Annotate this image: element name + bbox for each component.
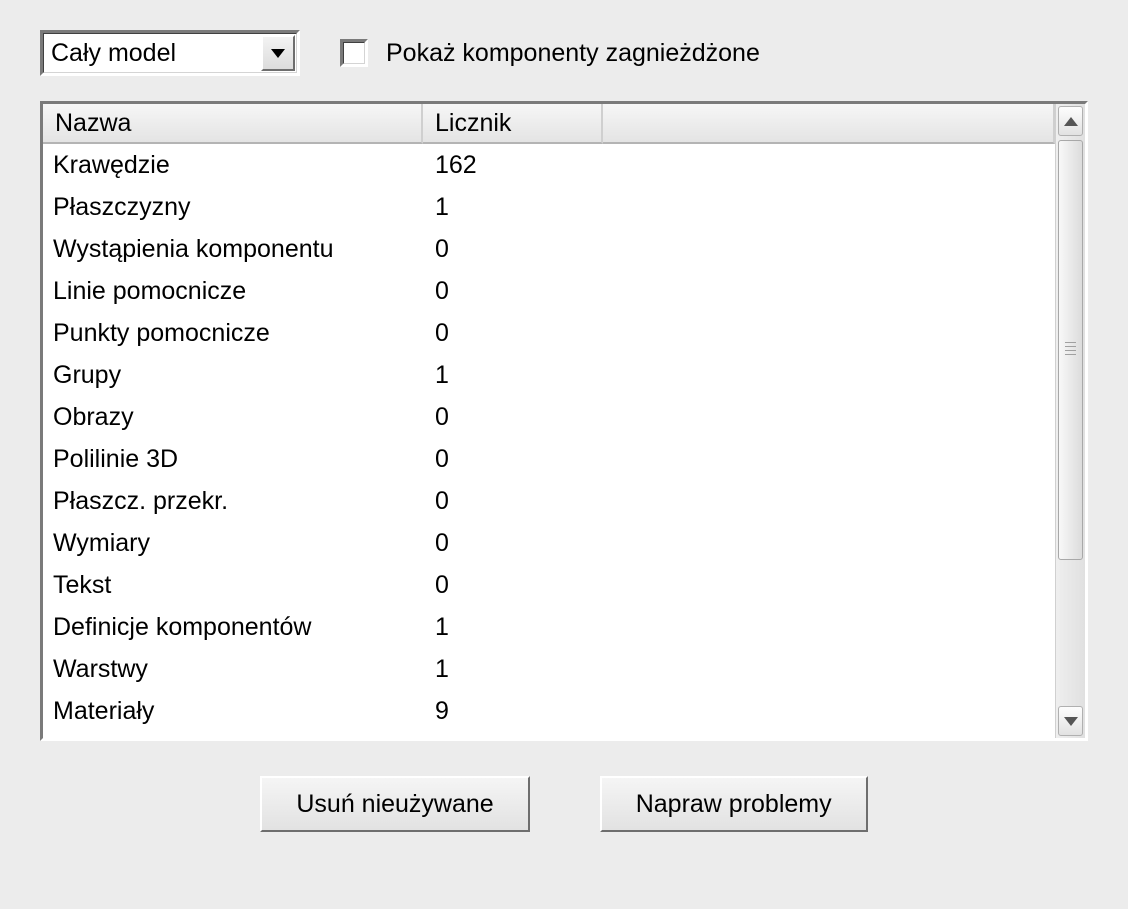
table-row[interactable]: Wymiary0 xyxy=(43,522,1055,564)
chevron-down-icon xyxy=(1064,717,1078,726)
cell-name: Grupy xyxy=(43,361,423,390)
cell-name: Płaszcz. przekr. xyxy=(43,487,423,516)
column-header-count[interactable]: Licznik xyxy=(423,104,603,144)
cell-name: Obrazy xyxy=(43,403,423,432)
cell-count: 1 xyxy=(423,613,603,642)
table-row[interactable]: Grupy1 xyxy=(43,354,1055,396)
nested-components-checkbox-wrap[interactable]: Pokaż komponenty zagnieżdżone xyxy=(340,39,760,68)
cell-count: 0 xyxy=(423,319,603,348)
cell-count: 1 xyxy=(423,361,603,390)
cell-name: Polilinie 3D xyxy=(43,445,423,474)
cell-count: 0 xyxy=(423,235,603,264)
cell-name: Krawędzie xyxy=(43,151,423,180)
cell-count: 0 xyxy=(423,487,603,516)
purge-unused-button[interactable]: Usuń nieużywane xyxy=(260,776,529,832)
cell-count: 1 xyxy=(423,655,603,684)
cell-name: Linie pomocnicze xyxy=(43,277,423,306)
scope-dropdown[interactable]: Cały model xyxy=(40,30,300,76)
fix-problems-button[interactable]: Napraw problemy xyxy=(600,776,868,832)
scroll-up-button[interactable] xyxy=(1058,106,1083,136)
nested-components-checkbox[interactable] xyxy=(340,39,368,67)
vertical-scrollbar[interactable] xyxy=(1055,104,1085,738)
nested-components-label: Pokaż komponenty zagnieżdżone xyxy=(386,39,760,68)
table-row[interactable]: Warstwy1 xyxy=(43,648,1055,690)
cell-name: Punkty pomocnicze xyxy=(43,319,423,348)
column-header-blank[interactable] xyxy=(603,104,1055,144)
cell-count: 0 xyxy=(423,277,603,306)
table-row[interactable]: Obrazy0 xyxy=(43,396,1055,438)
table-row[interactable]: Krawędzie162 xyxy=(43,144,1055,186)
table-row[interactable]: Punkty pomocnicze0 xyxy=(43,312,1055,354)
cell-count: 0 xyxy=(423,529,603,558)
cell-name: Definicje komponentów xyxy=(43,613,423,642)
statistics-table: Nazwa Licznik Krawędzie162Płaszczyzny1Wy… xyxy=(40,101,1088,741)
chevron-down-icon xyxy=(271,49,285,58)
table-row[interactable]: Płaszcz. przekr.0 xyxy=(43,480,1055,522)
cell-name: Płaszczyzny xyxy=(43,193,423,222)
cell-count: 0 xyxy=(423,403,603,432)
dropdown-button[interactable] xyxy=(261,35,295,71)
cell-name: Wymiary xyxy=(43,529,423,558)
cell-count: 162 xyxy=(423,151,603,180)
table-header-row: Nazwa Licznik xyxy=(43,104,1055,144)
table-row[interactable]: Linie pomocnicze0 xyxy=(43,270,1055,312)
table-row[interactable]: Definicje komponentów1 xyxy=(43,606,1055,648)
cell-name: Tekst xyxy=(43,571,423,600)
cell-count: 0 xyxy=(423,571,603,600)
dropdown-selected-text: Cały model xyxy=(51,39,176,68)
table-row[interactable]: Tekst0 xyxy=(43,564,1055,606)
table-row[interactable]: Polilinie 3D0 xyxy=(43,438,1055,480)
cell-name: Materiały xyxy=(43,697,423,726)
table-row[interactable]: Wystąpienia komponentu0 xyxy=(43,228,1055,270)
cell-count: 1 xyxy=(423,193,603,222)
cell-name: Wystąpienia komponentu xyxy=(43,235,423,264)
scroll-thumb[interactable] xyxy=(1058,140,1083,560)
chevron-up-icon xyxy=(1064,117,1078,126)
table-row[interactable]: Materiały9 xyxy=(43,690,1055,732)
action-buttons-row: Usuń nieużywane Napraw problemy xyxy=(40,776,1088,832)
scroll-down-button[interactable] xyxy=(1058,706,1083,736)
column-header-name[interactable]: Nazwa xyxy=(43,104,423,144)
cell-count: 9 xyxy=(423,697,603,726)
cell-count: 0 xyxy=(423,445,603,474)
cell-name: Warstwy xyxy=(43,655,423,684)
top-controls-row: Cały model Pokaż komponenty zagnieżdżone xyxy=(40,30,1088,76)
table-row[interactable]: Płaszczyzny1 xyxy=(43,186,1055,228)
table-body: Krawędzie162Płaszczyzny1Wystąpienia komp… xyxy=(43,144,1055,738)
